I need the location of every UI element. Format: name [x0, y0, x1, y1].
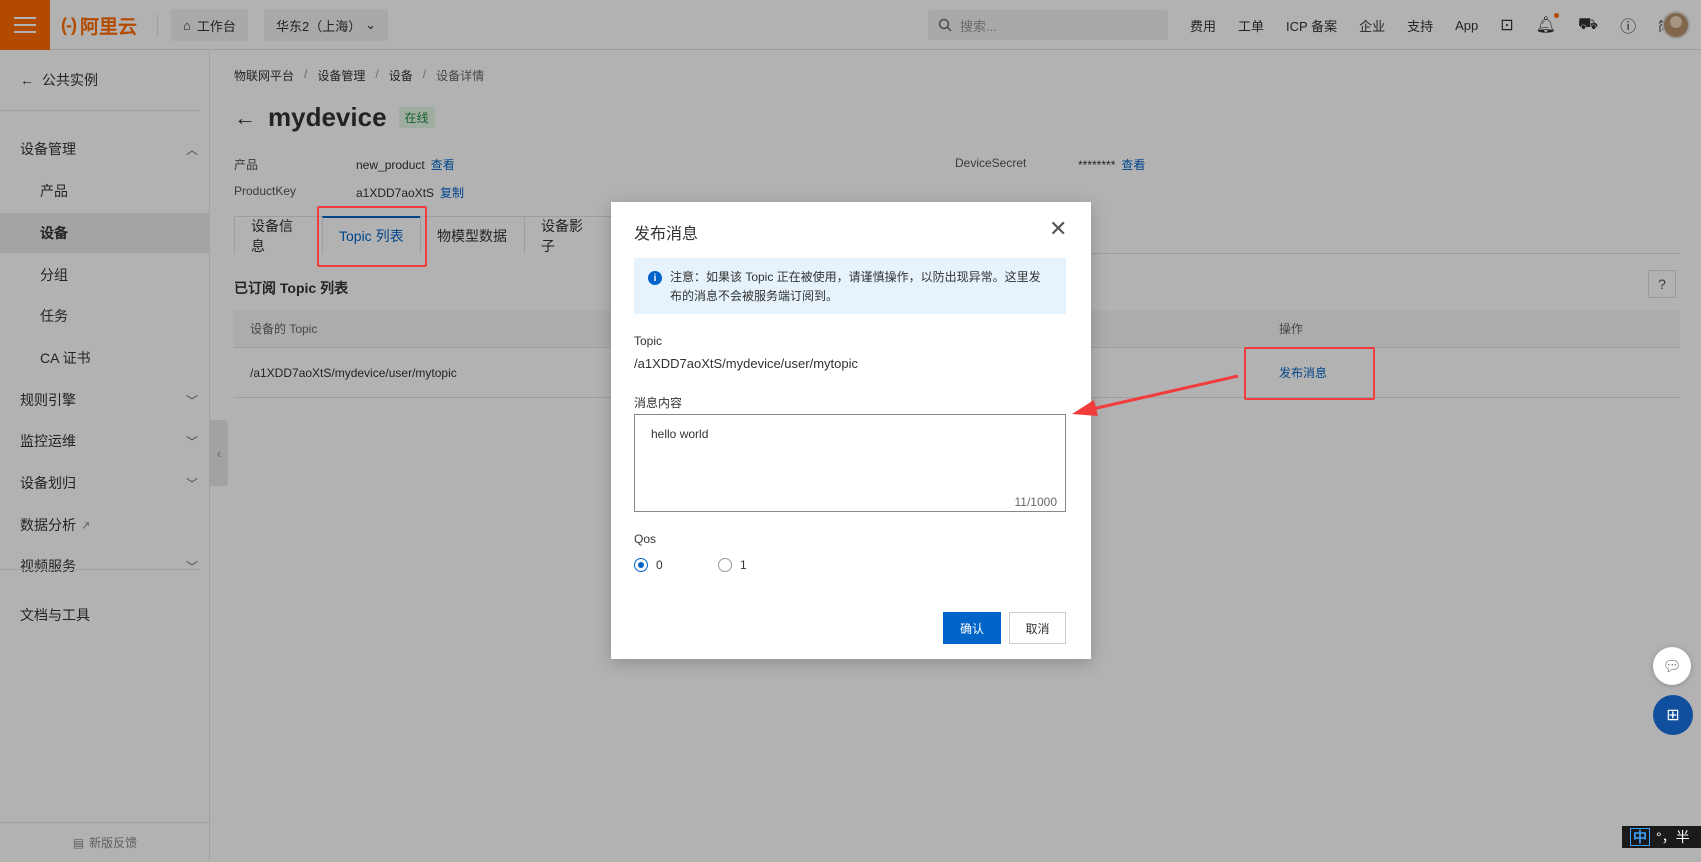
message-content-value: hello world: [651, 427, 709, 441]
widgets-icon[interactable]: ⊞: [1653, 695, 1693, 735]
notice-text: 注意：如果该 Topic 正在被使用，请谨慎操作，以防出现异常。这里发布的消息不…: [670, 270, 1041, 303]
qos-label: Qos: [634, 532, 657, 546]
radio-checked-icon: [634, 558, 648, 572]
close-icon[interactable]: ✕: [1049, 218, 1067, 240]
notice-banner: i 注意：如果该 Topic 正在被使用，请谨慎操作，以防出现异常。这里发布的消…: [634, 258, 1066, 314]
qos-radio-1[interactable]: 1: [718, 558, 747, 572]
ime-status[interactable]: 中 °，半: [1622, 826, 1701, 848]
content-label: 消息内容: [634, 396, 683, 410]
annotation-highlight-publish: [1244, 347, 1375, 400]
annotation-highlight-tab: [317, 206, 427, 267]
annotation-arrow-icon: [1072, 374, 1239, 416]
qos-radio-0[interactable]: 0: [634, 558, 663, 572]
ime-mode: 中: [1630, 828, 1650, 846]
chat-icon[interactable]: 💬︎: [1653, 647, 1691, 685]
dialog-title: 发布消息: [634, 226, 699, 243]
char-counter: 11/1000: [1014, 495, 1058, 509]
topic-label: Topic: [634, 334, 663, 348]
qos-option-label: 1: [740, 558, 747, 572]
topic-value: /a1XDD7aoXtS/mydevice/user/mytopic: [634, 356, 858, 371]
info-icon: i: [648, 271, 662, 285]
radio-unchecked-icon: [718, 558, 732, 572]
ime-punct: °，半: [1656, 829, 1690, 845]
message-content-textarea[interactable]: hello world 11/1000: [634, 414, 1066, 512]
publish-message-dialog: 发布消息 ✕ i 注意：如果该 Topic 正在被使用，请谨慎操作，以防出现异常…: [611, 202, 1091, 659]
cancel-button[interactable]: 取消: [1009, 612, 1066, 644]
qos-option-label: 0: [656, 558, 663, 572]
confirm-button[interactable]: 确认: [943, 612, 1001, 644]
